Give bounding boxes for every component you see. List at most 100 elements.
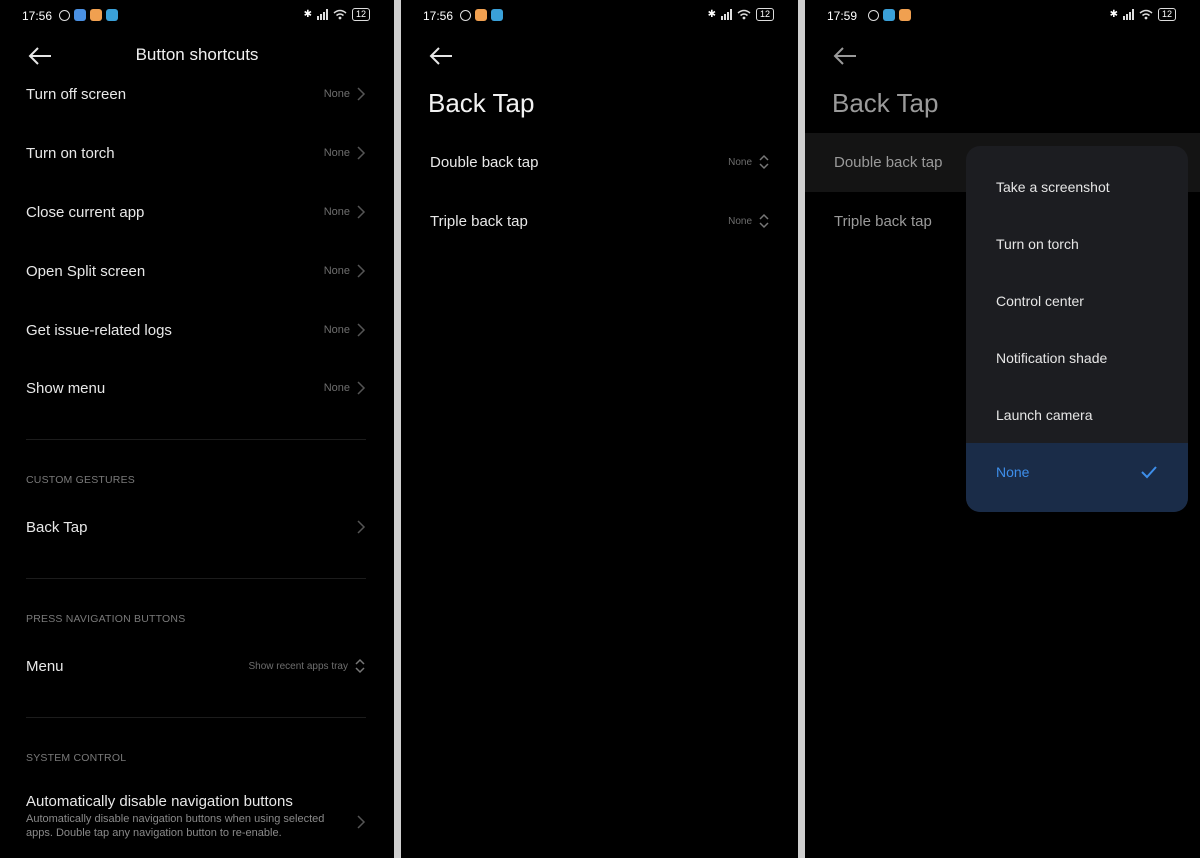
- chevron-right-icon: [357, 520, 366, 534]
- app-notification-icon: [899, 9, 911, 21]
- row-label: Show menu: [26, 379, 106, 397]
- option-turn-on-torch[interactable]: Turn on torch: [966, 215, 1188, 272]
- checkmark-icon: [1141, 465, 1157, 478]
- option-label: Control center: [996, 292, 1084, 309]
- auto-disable-nav-description: Automatically disable navigation buttons…: [26, 813, 325, 839]
- up-down-chevron-icon: [759, 154, 769, 170]
- action-dropdown-menu: Take a screenshot Turn on torch Control …: [966, 146, 1188, 512]
- status-bar: 17:56 ✱ 12: [0, 0, 394, 32]
- row-label: Double back tap: [834, 153, 943, 171]
- row-value: None: [323, 88, 350, 100]
- chevron-right-icon: [357, 264, 366, 278]
- notification-icons: [460, 9, 503, 21]
- option-control-center[interactable]: Control center: [966, 272, 1188, 329]
- app-notification-icon: [475, 9, 487, 21]
- status-bar: 17:59 ✱ 12: [805, 0, 1200, 32]
- row-value: None: [323, 382, 350, 394]
- bluetooth-icon: ✱: [303, 9, 312, 20]
- status-bar: 17:56 ✱ 12: [401, 0, 798, 32]
- shortcut-row-open-split-screen[interactable]: Open Split screen None: [26, 251, 366, 291]
- shortcut-row-turn-on-torch[interactable]: Turn on torch None: [26, 133, 366, 173]
- signal-icon: [1122, 9, 1134, 20]
- back-tap-row[interactable]: Back Tap: [26, 507, 366, 547]
- divider: [26, 578, 366, 579]
- alarm-icon: [460, 9, 471, 21]
- row-value: None: [323, 324, 350, 336]
- page-title: Button shortcuts: [135, 45, 259, 64]
- app-notification-icon: [883, 9, 895, 21]
- status-time: 17:59: [827, 9, 858, 23]
- chevron-right-icon[interactable]: [356, 815, 366, 829]
- option-launch-camera[interactable]: Launch camera: [966, 386, 1188, 443]
- row-label: Turn off screen: [26, 85, 127, 103]
- auto-disable-nav-title[interactable]: Automatically disable navigation buttons: [26, 793, 293, 810]
- option-none-selected[interactable]: None: [966, 443, 1188, 512]
- row-label: Triple back tap: [430, 212, 528, 230]
- back-arrow-icon[interactable]: [832, 45, 858, 67]
- row-label: Turn on torch: [26, 144, 115, 162]
- system-icons: ✱ 12: [1110, 8, 1176, 21]
- bluetooth-icon: ✱: [707, 9, 716, 20]
- wifi-icon: [1139, 9, 1153, 20]
- notification-icons: [868, 9, 911, 21]
- double-back-tap-row[interactable]: Double back tap None: [430, 142, 770, 182]
- battery-icon: 12: [1157, 8, 1176, 21]
- app-notification-icon: [491, 9, 503, 21]
- shortcut-row-close-current-app[interactable]: Close current app None: [26, 192, 366, 232]
- section-header-press-nav: PRESS NAVIGATION BUTTONS: [26, 613, 186, 625]
- chevron-right-icon: [357, 205, 366, 219]
- option-label: Notification shade: [996, 349, 1108, 366]
- back-tap-dropdown-screen: 17:59 ✱ 12 Back Tap Double back tap Trip…: [805, 0, 1200, 858]
- app-notification-icon: [90, 9, 102, 21]
- button-shortcuts-screen: 17:56 ✱ 12 Button shortcuts Turn off scr…: [0, 0, 394, 858]
- menu-button-row[interactable]: Menu Show recent apps tray: [26, 646, 366, 686]
- signal-icon: [720, 9, 732, 20]
- shortcut-row-show-menu[interactable]: Show menu None: [26, 368, 366, 408]
- option-label: Turn on torch: [996, 235, 1079, 252]
- chevron-right-icon: [357, 146, 366, 160]
- system-icons: ✱ 12: [304, 8, 370, 21]
- section-header-custom-gestures: CUSTOM GESTURES: [26, 474, 135, 486]
- row-value: None: [728, 215, 752, 227]
- system-icons: ✱ 12: [708, 8, 774, 21]
- app-notification-icon: [74, 9, 86, 21]
- app-notification-icon: [106, 9, 118, 21]
- option-notification-shade[interactable]: Notification shade: [966, 329, 1188, 386]
- section-header-system-control: SYSTEM CONTROL: [26, 752, 127, 764]
- alarm-icon: [59, 9, 70, 21]
- row-label: Open Split screen: [26, 262, 146, 280]
- shortcut-row-turn-off-screen[interactable]: Turn off screen None: [26, 74, 366, 114]
- row-value: Show recent apps tray: [248, 660, 349, 672]
- up-down-chevron-icon: [759, 213, 769, 229]
- row-value: None: [728, 156, 752, 168]
- chevron-right-icon: [357, 323, 366, 337]
- row-value: None: [323, 147, 350, 159]
- page-title: Back Tap: [832, 88, 939, 118]
- option-label: Take a screenshot: [996, 178, 1110, 195]
- divider: [26, 717, 366, 718]
- row-label: Triple back tap: [834, 212, 932, 230]
- shortcut-row-get-issue-logs[interactable]: Get issue-related logs None: [26, 310, 366, 350]
- wifi-icon: [333, 9, 347, 20]
- row-label: Double back tap: [430, 153, 539, 171]
- page-title: Back Tap: [428, 88, 535, 118]
- wifi-icon: [737, 9, 751, 20]
- row-label: Close current app: [26, 203, 145, 221]
- chevron-right-icon: [357, 87, 366, 101]
- back-arrow-icon[interactable]: [428, 45, 454, 67]
- option-take-screenshot[interactable]: Take a screenshot: [966, 158, 1188, 215]
- divider: [26, 439, 366, 440]
- notification-icons: [59, 9, 118, 21]
- bluetooth-icon: ✱: [1109, 9, 1118, 20]
- row-value: None: [323, 265, 350, 277]
- alarm-icon: [868, 9, 879, 21]
- battery-icon: 12: [755, 8, 774, 21]
- up-down-chevron-icon: [355, 658, 365, 674]
- triple-back-tap-row[interactable]: Triple back tap None: [430, 201, 770, 241]
- signal-icon: [316, 9, 328, 20]
- row-label: Back Tap: [26, 518, 88, 536]
- option-label: Launch camera: [996, 406, 1093, 423]
- back-tap-screen: 17:56 ✱ 12 Back Tap Double back tap None…: [401, 0, 798, 858]
- option-label: None: [996, 463, 1030, 480]
- battery-icon: 12: [351, 8, 370, 21]
